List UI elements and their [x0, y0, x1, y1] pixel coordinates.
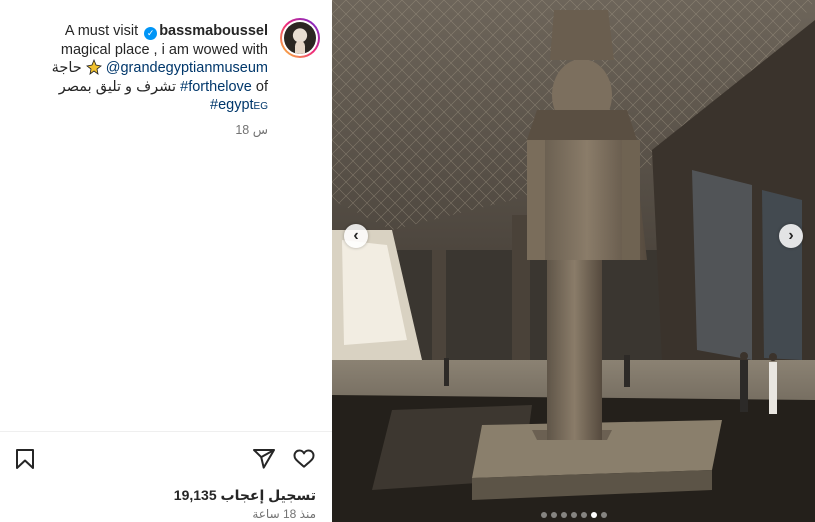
verified-badge-icon: ✓	[144, 27, 158, 40]
hashtag-egypt[interactable]: #egyptEG	[210, 97, 268, 113]
hashtag-egypt-text: #egypt	[210, 97, 254, 114]
caption-row-5: #egyptEG	[38, 96, 268, 117]
post-sidebar: A must visit ✓ bassmaboussel magical plac…	[0, 0, 332, 522]
caption-row-1: A must visit ✓ bassmaboussel	[38, 22, 268, 41]
bookmark-icon[interactable]	[13, 447, 37, 471]
caption-row-4: تشرف و تليق بمصر #forthelove of	[38, 78, 268, 97]
post-date[interactable]: منذ 18 ساعة	[252, 507, 316, 521]
divider	[0, 431, 332, 432]
avatar-image	[284, 22, 316, 54]
hashtag-egypt-flag: EG	[253, 101, 268, 113]
carousel-dot	[560, 512, 567, 518]
carousel-indicator	[332, 512, 815, 518]
caption-row-3: حاجة @grandegyptianmuseum	[38, 59, 268, 78]
carousel-dot	[570, 512, 577, 518]
caption-time[interactable]: 18 س	[235, 122, 268, 137]
carousel-dot	[600, 512, 607, 518]
avatar-ring	[282, 20, 318, 56]
museum-photo	[332, 0, 815, 522]
caption-line-1: A must visit	[64, 23, 139, 39]
sparkle-emoji-icon	[85, 59, 102, 76]
caption-line-3: حاجة	[51, 60, 82, 77]
carousel-dot	[580, 512, 587, 518]
carousel-dot	[590, 512, 597, 518]
caption-line-2: magical place , i am wowed with	[60, 41, 268, 58]
of-word: of	[255, 78, 268, 95]
carousel-dot	[540, 512, 547, 518]
send-icon[interactable]	[252, 447, 276, 471]
hashtag-forthelove[interactable]: #forthelove	[180, 79, 252, 95]
carousel-dot	[550, 512, 557, 518]
caption-text: A must visit ✓ bassmaboussel magical plac…	[38, 22, 268, 117]
heart-icon[interactable]	[292, 447, 316, 471]
caption-line-4: تشرف و تليق بمصر	[58, 78, 177, 95]
post-media[interactable]: ‹ ›	[332, 0, 815, 522]
likes-count[interactable]: 19,135 تسجيل إعجاب	[174, 487, 316, 504]
next-slide-button[interactable]: ›	[779, 224, 803, 248]
avatar[interactable]	[280, 18, 320, 58]
mention-link[interactable]: @grandegyptianmuseum	[106, 60, 268, 76]
username-link[interactable]: bassmaboussel	[159, 23, 268, 39]
action-bar	[0, 441, 332, 477]
previous-slide-button[interactable]: ‹	[344, 224, 368, 248]
